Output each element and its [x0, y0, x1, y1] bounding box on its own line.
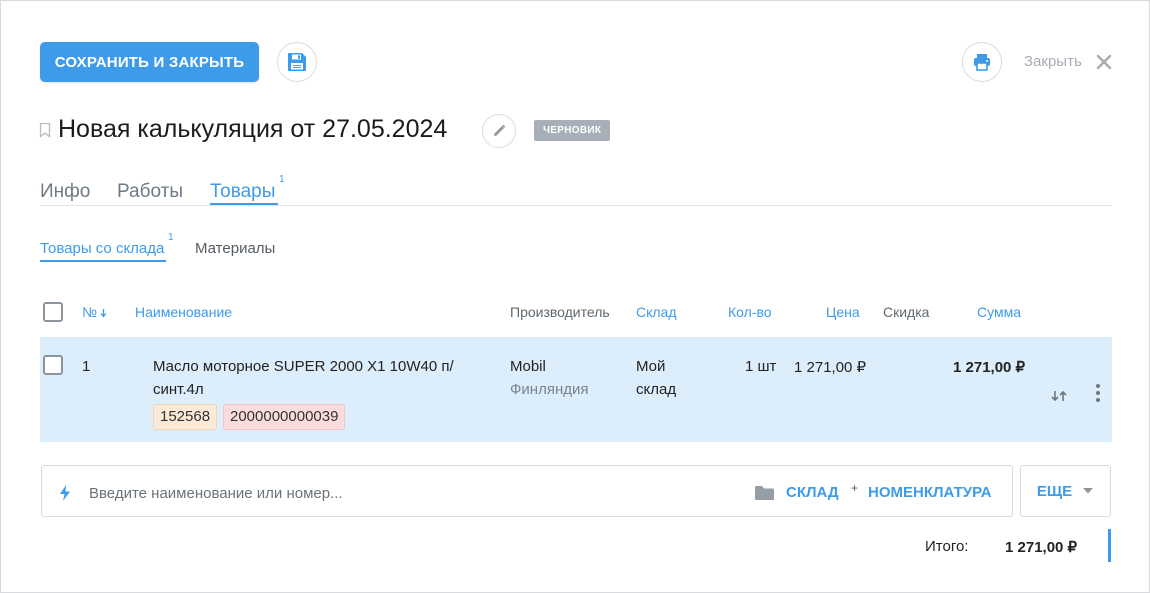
active-tab-indicator: [210, 203, 278, 205]
subtab-warehouse-goods[interactable]: Товары со склада: [40, 240, 164, 257]
tab-info[interactable]: Инфо: [40, 181, 90, 203]
plus-separator: +: [851, 481, 859, 495]
caret-down-icon: [1083, 488, 1094, 494]
floppy-disk-icon: [288, 53, 306, 71]
product-barcode-tag: 2000000000039: [223, 404, 346, 430]
close-icon[interactable]: [1095, 53, 1113, 71]
column-header-discount: Скидка: [883, 304, 930, 320]
printer-icon: [974, 54, 990, 71]
reorder-icon[interactable]: [1049, 389, 1069, 403]
close-link[interactable]: Закрыть: [1024, 53, 1082, 70]
row-qty[interactable]: 1 шт: [745, 358, 776, 375]
tab-goods-count: 1: [279, 174, 285, 185]
more-vertical-icon[interactable]: [1095, 383, 1101, 403]
total-indicator: [1108, 529, 1111, 562]
warehouse-line2[interactable]: склад: [636, 381, 676, 398]
product-search-input[interactable]: [89, 482, 729, 504]
product-name-line1[interactable]: Масло моторное SUPER 2000 X1 10W40 п/: [153, 358, 454, 375]
column-header-name[interactable]: Наименование: [135, 304, 232, 320]
warehouse-line1[interactable]: Мой: [636, 358, 665, 375]
column-header-price[interactable]: Цена: [826, 304, 860, 320]
row-sum: 1 271,00 ₽: [953, 359, 1026, 376]
column-header-qty[interactable]: Кол-во: [728, 304, 772, 320]
row-price[interactable]: 1 271,00 ₽: [794, 358, 866, 376]
row-number: 1: [82, 358, 91, 375]
print-button[interactable]: [962, 42, 1002, 82]
column-header-warehouse[interactable]: Склад: [636, 304, 677, 320]
column-header-num[interactable]: №: [82, 304, 108, 320]
folder-icon: [755, 486, 774, 500]
more-dropdown-button[interactable]: ЕЩЕ: [1020, 465, 1111, 517]
pencil-icon: [494, 124, 506, 136]
save-button[interactable]: [277, 42, 317, 82]
subtab-materials[interactable]: Материалы: [195, 240, 275, 257]
nomenclature-button[interactable]: НОМЕНКЛАТУРА: [868, 484, 992, 501]
subtab-warehouse-goods-count: 1: [168, 232, 174, 243]
more-dropdown-label: ЕЩЕ: [1036, 482, 1073, 500]
total-value: 1 271,00 ₽: [1005, 539, 1078, 556]
edit-title-button[interactable]: [482, 114, 516, 148]
modal-window: СОХРАНИТЬ И ЗАКРЫТЬ Закрыть Новая кальку…: [0, 0, 1150, 593]
select-all-checkbox[interactable]: [43, 302, 63, 322]
column-header-sum[interactable]: Сумма: [977, 304, 1021, 320]
product-code-tag: 152568: [153, 404, 218, 430]
sort-down-icon: [100, 309, 107, 318]
active-subtab-indicator: [40, 260, 166, 262]
lightning-icon: [60, 485, 70, 501]
tab-goods[interactable]: Товары: [210, 181, 275, 203]
warehouse-button[interactable]: СКЛАД: [786, 484, 839, 501]
manufacturer-country: Финляндия: [510, 381, 589, 398]
save-and-close-button[interactable]: СОХРАНИТЬ И ЗАКРЫТЬ: [40, 42, 259, 82]
row-checkbox[interactable]: [43, 355, 63, 375]
product-name-line2[interactable]: синт.4л: [153, 381, 204, 398]
column-header-manufacturer: Производитель: [510, 304, 610, 320]
page-title: Новая калькуляция от 27.05.2024: [58, 115, 448, 143]
bookmark-icon[interactable]: [39, 122, 51, 138]
tab-works[interactable]: Работы: [117, 181, 183, 203]
manufacturer-name: Mobil: [510, 358, 546, 375]
total-label: Итого:: [925, 538, 969, 555]
status-badge: ЧЕРНОВИК: [534, 120, 611, 141]
tabs-divider: [40, 205, 1112, 206]
